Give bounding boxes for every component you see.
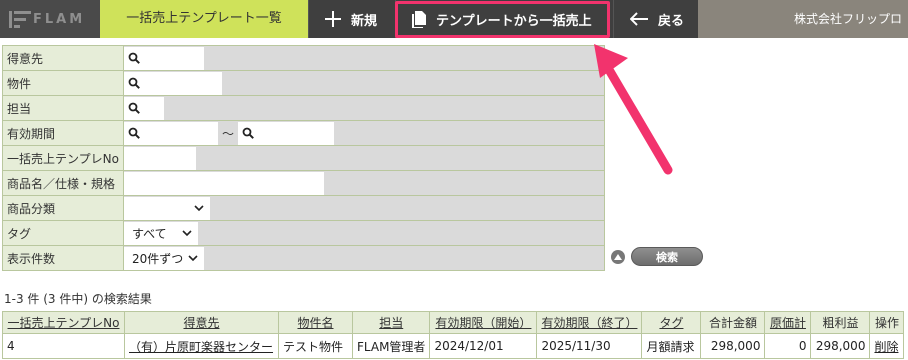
template-no-label: 一括売上テンプレNo [2, 145, 124, 171]
new-button-label: 新規 [351, 13, 378, 29]
cell-template-no: 4 [2, 333, 125, 359]
new-button[interactable]: 新規 [308, 0, 395, 38]
page-size-label: 表示件数 [2, 245, 124, 271]
property-label: 物件 [2, 70, 124, 96]
col-total: 合計金額 [700, 311, 766, 334]
cell-property: テスト物件 [278, 333, 353, 359]
form-row-customer: 得意先 [2, 45, 605, 71]
chevron-down-icon [182, 229, 192, 236]
app-logo[interactable]: FLAM [0, 0, 100, 38]
company-name[interactable]: 株式会社フリップロ [698, 0, 908, 38]
customer-search-input[interactable] [124, 46, 204, 70]
results-header-row: 一括売上テンプレNo 得意先 物件名 担当 有効期限（開始） 有効期限（終了） … [2, 311, 905, 334]
form-row-page-size: 表示件数 20件ずつ [2, 245, 605, 271]
page-size-select[interactable]: 20件ずつ [124, 246, 204, 270]
product-name-input[interactable] [124, 171, 324, 195]
cell-staff: FLAM管理者 [351, 333, 431, 359]
cell-gross-profit: 298,000 [810, 333, 871, 359]
search-icon [128, 52, 140, 64]
cell-customer-link[interactable]: （有）片原町楽器センター [124, 333, 279, 359]
tab-bulk-sales-template-list[interactable]: 一括売上テンプレート一覧 [100, 0, 308, 38]
chevron-down-icon [188, 254, 198, 261]
col-cost[interactable]: 原価計 [764, 311, 812, 334]
form-row-valid-period: 有効期間 ～ [2, 120, 605, 146]
col-property[interactable]: 物件名 [278, 311, 353, 334]
top-bar: FLAM 一括売上テンプレート一覧 新規 テンプレートから一括売上 戻る 株式会… [0, 0, 908, 38]
search-controls: 検索 [611, 247, 703, 266]
col-staff[interactable]: 担当 [351, 311, 431, 334]
page-size-value: 20件ずつ [132, 251, 184, 266]
logo-mark-icon [9, 11, 31, 28]
col-valid-end[interactable]: 有効期限（終了） [536, 311, 643, 334]
arrow-left-icon [630, 12, 648, 26]
template-no-input[interactable] [124, 146, 196, 170]
staff-label: 担当 [2, 95, 124, 121]
col-customer[interactable]: 得意先 [124, 311, 279, 334]
product-category-label: 商品分類 [2, 195, 124, 221]
col-actions: 操作 [869, 311, 905, 334]
back-button-label: 戻る [658, 13, 685, 29]
back-button[interactable]: 戻る [613, 0, 698, 38]
bulk-sales-from-template-label: テンプレートから一括売上 [436, 13, 592, 29]
search-icon [128, 77, 140, 89]
chevron-down-icon [194, 204, 204, 211]
tag-label: タグ [2, 220, 124, 246]
bulk-sales-from-template-button[interactable]: テンプレートから一括売上 [395, 0, 613, 38]
logo-text: FLAM [33, 12, 86, 27]
cell-cost: 0 [764, 333, 812, 359]
search-icon [128, 102, 140, 114]
search-icon [128, 127, 140, 139]
form-row-template-no: 一括売上テンプレNo [2, 145, 605, 171]
form-row-product-name: 商品名／仕様・規格 [2, 170, 605, 196]
collapse-toggle-icon[interactable] [611, 249, 625, 264]
form-row-staff: 担当 [2, 95, 605, 121]
search-form: 得意先 物件 担当 有効期間 ～ 一括売上テンプレNo 商品名／仕様・規格 商品… [2, 45, 605, 271]
customer-label: 得意先 [2, 45, 124, 71]
table-row: 4 （有）片原町楽器センター テスト物件 FLAM管理者 2024/12/01 … [2, 333, 905, 359]
range-separator: ～ [222, 126, 235, 141]
form-row-tag: タグ すべて [2, 220, 605, 246]
property-search-input[interactable] [124, 71, 222, 95]
form-row-product-category: 商品分類 [2, 195, 605, 221]
col-tag[interactable]: タグ [641, 311, 702, 334]
result-summary: 1-3 件 (3 件中) の検索結果 [4, 292, 152, 306]
cell-valid-end: 2025/11/30 [536, 333, 643, 359]
delete-link[interactable]: 削除 [869, 333, 905, 359]
cell-tag: 月額請求 [641, 333, 702, 359]
valid-period-start-input[interactable] [124, 121, 218, 145]
col-valid-start[interactable]: 有効期限（開始） [429, 311, 538, 334]
plus-icon [325, 11, 341, 27]
results-table: 一括売上テンプレNo 得意先 物件名 担当 有効期限（開始） 有効期限（終了） … [2, 311, 905, 359]
search-icon [242, 127, 254, 139]
col-gross-profit: 粗利益 [810, 311, 871, 334]
document-copy-icon [412, 10, 426, 28]
tag-select-value: すべて [132, 226, 167, 241]
product-category-select[interactable] [124, 196, 210, 220]
col-template-no[interactable]: 一括売上テンプレNo [2, 311, 125, 334]
valid-period-end-input[interactable] [238, 121, 335, 145]
cell-valid-start: 2024/12/01 [429, 333, 538, 359]
form-row-property: 物件 [2, 70, 605, 96]
staff-search-input[interactable] [124, 96, 164, 120]
valid-period-label: 有効期間 [2, 120, 124, 146]
cell-total: 298,000 [700, 333, 766, 359]
tag-select[interactable]: すべて [124, 221, 198, 245]
product-name-label: 商品名／仕様・規格 [2, 170, 124, 196]
search-button[interactable]: 検索 [631, 247, 703, 266]
